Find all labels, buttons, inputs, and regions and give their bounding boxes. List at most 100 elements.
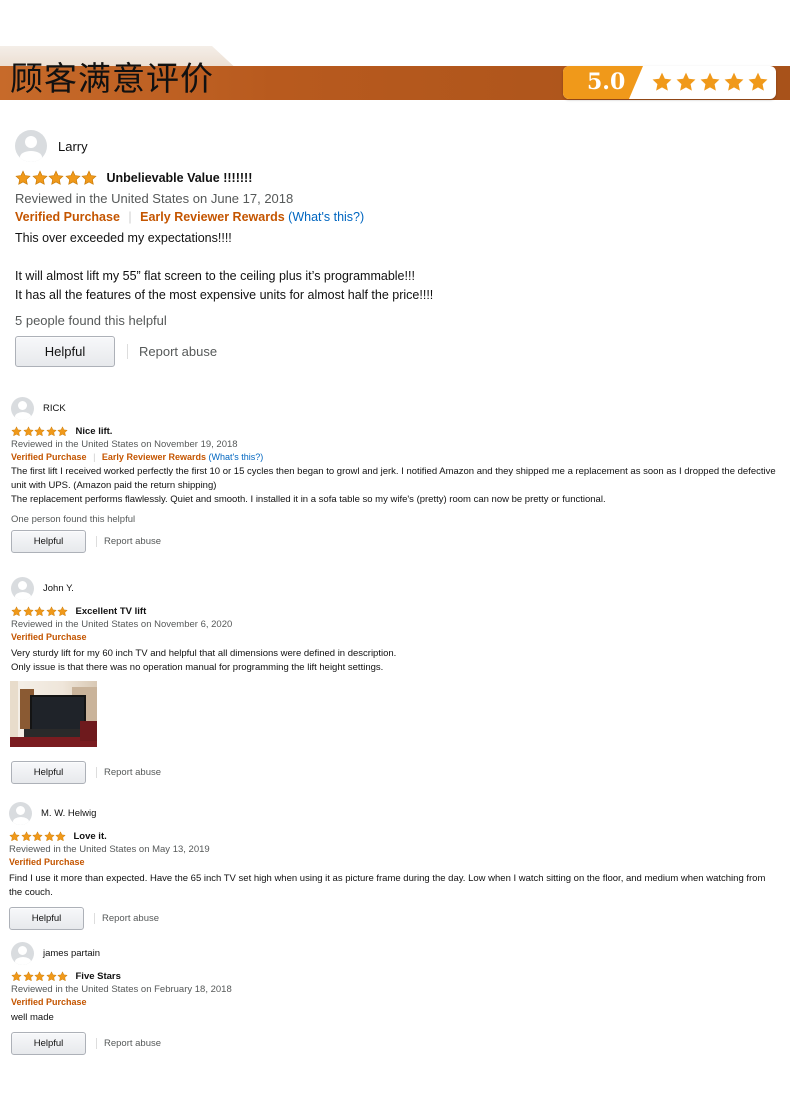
star-icon [9,831,20,842]
review-card: RICK Nice lift. Reviewed in the United S… [11,397,781,553]
review-title[interactable]: Five Stars [76,971,121,982]
verified-purchase-badge: Verified Purchase [15,210,120,224]
review-date: Reviewed in the United States on Novembe… [11,439,238,450]
star-icon [15,170,31,185]
verified-purchase-badge: Verified Purchase [11,997,87,1007]
reviewer-profile[interactable]: M. W. Helwig [9,802,784,825]
star-icon [45,971,57,982]
review-line [15,248,785,267]
star-icon [34,426,45,437]
review-line: well made [11,1012,54,1023]
rating-stars[interactable] [9,831,67,842]
star-icon [31,170,48,185]
review-date: Reviewed in the United States on Februar… [11,984,232,995]
star-icon [34,971,45,982]
reviewer-name: John Y. [43,583,74,594]
early-reviewer-badge: Early Reviewer Rewards [140,210,285,224]
overall-score: 5.0 [563,66,643,99]
star-icon [20,831,32,842]
star-icon [11,426,22,437]
helpful-button[interactable]: Helpful [11,1032,86,1055]
review-date: Reviewed in the United States on May 13,… [9,844,210,855]
review-line: Only issue is that there was no operatio… [11,662,384,673]
star-icon [22,606,34,617]
reviewer-profile[interactable]: John Y. [11,577,781,600]
avatar [11,942,34,965]
page-title: 顾客满意评价 [10,59,214,98]
reviewer-name: M. W. Helwig [41,808,97,819]
report-abuse-link[interactable]: Report abuse [96,1038,161,1049]
review-title[interactable]: Love it. [74,831,107,842]
review-date: Reviewed in the United States on Novembe… [11,619,233,630]
review-photo[interactable] [10,681,97,747]
rating-stars[interactable] [11,971,69,982]
star-icon [32,831,43,842]
review-badges: Verified Purchase [11,997,781,1007]
rating-stars[interactable] [15,170,98,186]
report-abuse-link[interactable]: Report abuse [127,344,217,359]
avatar [15,130,47,162]
review-date: Reviewed in the United States on June 17… [15,191,294,206]
verified-purchase-badge: Verified Purchase [11,632,87,642]
rating-stars[interactable] [11,426,69,437]
reviewer-name: Larry [58,138,88,154]
reviewer-profile[interactable]: james partain [11,942,781,965]
review-badges: Verified Purchase [9,857,784,867]
helpful-button[interactable]: Helpful [11,530,86,553]
review-line: The replacement performs flawlessly. Qui… [11,494,606,505]
report-abuse-link[interactable]: Report abuse [94,913,159,924]
review-title[interactable]: Unbelievable Value !!!!!!! [107,171,253,185]
review-badges: Verified Purchase [11,632,781,642]
star-icon [81,170,97,185]
star-icon [748,72,768,91]
star-icon [34,606,45,617]
overall-stars [651,71,769,93]
star-icon [676,72,696,91]
avatar [11,577,34,600]
star-icon [11,606,22,617]
verified-purchase-badge: Verified Purchase [9,857,85,867]
helpful-button[interactable]: Helpful [9,907,84,930]
review-body: Very sturdy lift for my 60 inch TV and h… [11,647,781,675]
star-icon [48,170,64,185]
star-icon [57,426,68,437]
review-body: Find I use it more than expected. Have t… [9,872,781,900]
helpful-count: One person found this helpful [11,514,136,525]
whats-this-link[interactable]: (What's this?) [209,452,264,462]
header-banner: 顾客满意评价 5.0 [0,0,790,110]
reviewer-profile[interactable]: RICK [11,397,781,420]
report-abuse-link[interactable]: Report abuse [96,536,161,547]
review-card: M. W. Helwig Love it. Reviewed in the Un… [9,802,784,930]
review-title[interactable]: Excellent TV lift [76,606,147,617]
review-title[interactable]: Nice lift. [76,426,113,437]
star-icon [652,72,672,91]
early-reviewer-badge: Early Reviewer Rewards [101,452,206,462]
review-body: The first lift I received worked perfect… [11,465,776,507]
avatar [11,397,34,420]
star-icon [45,606,57,617]
review-line: It has all the features of the most expe… [15,288,434,302]
helpful-count: 5 people found this helpful [15,313,167,328]
tv-photo-image [10,681,97,747]
review-line: This over exceeded my expectations!!!! [15,231,232,245]
star-icon [45,426,57,437]
star-icon [64,170,81,185]
star-icon [700,72,720,91]
review-actions: Helpful Report abuse [15,336,785,367]
review-line: The first lift I received worked perfect… [11,466,776,491]
star-icon [55,831,66,842]
review-actions: Helpful Report abuse [9,907,784,930]
star-icon [57,971,68,982]
helpful-button[interactable]: Helpful [11,761,86,784]
reviewer-name: RICK [43,403,66,414]
review-card: james partain Five Stars Reviewed in the… [11,942,781,1055]
review-actions: Helpful Report abuse [11,761,781,784]
rating-stars[interactable] [11,606,69,617]
whats-this-link[interactable]: (What's this?) [288,210,364,224]
report-abuse-link[interactable]: Report abuse [96,767,161,778]
overall-rating-box: 5.0 [563,66,776,99]
helpful-button[interactable]: Helpful [15,336,115,367]
star-icon [22,426,34,437]
reviewer-profile[interactable]: Larry [15,130,785,162]
star-icon [57,606,68,617]
